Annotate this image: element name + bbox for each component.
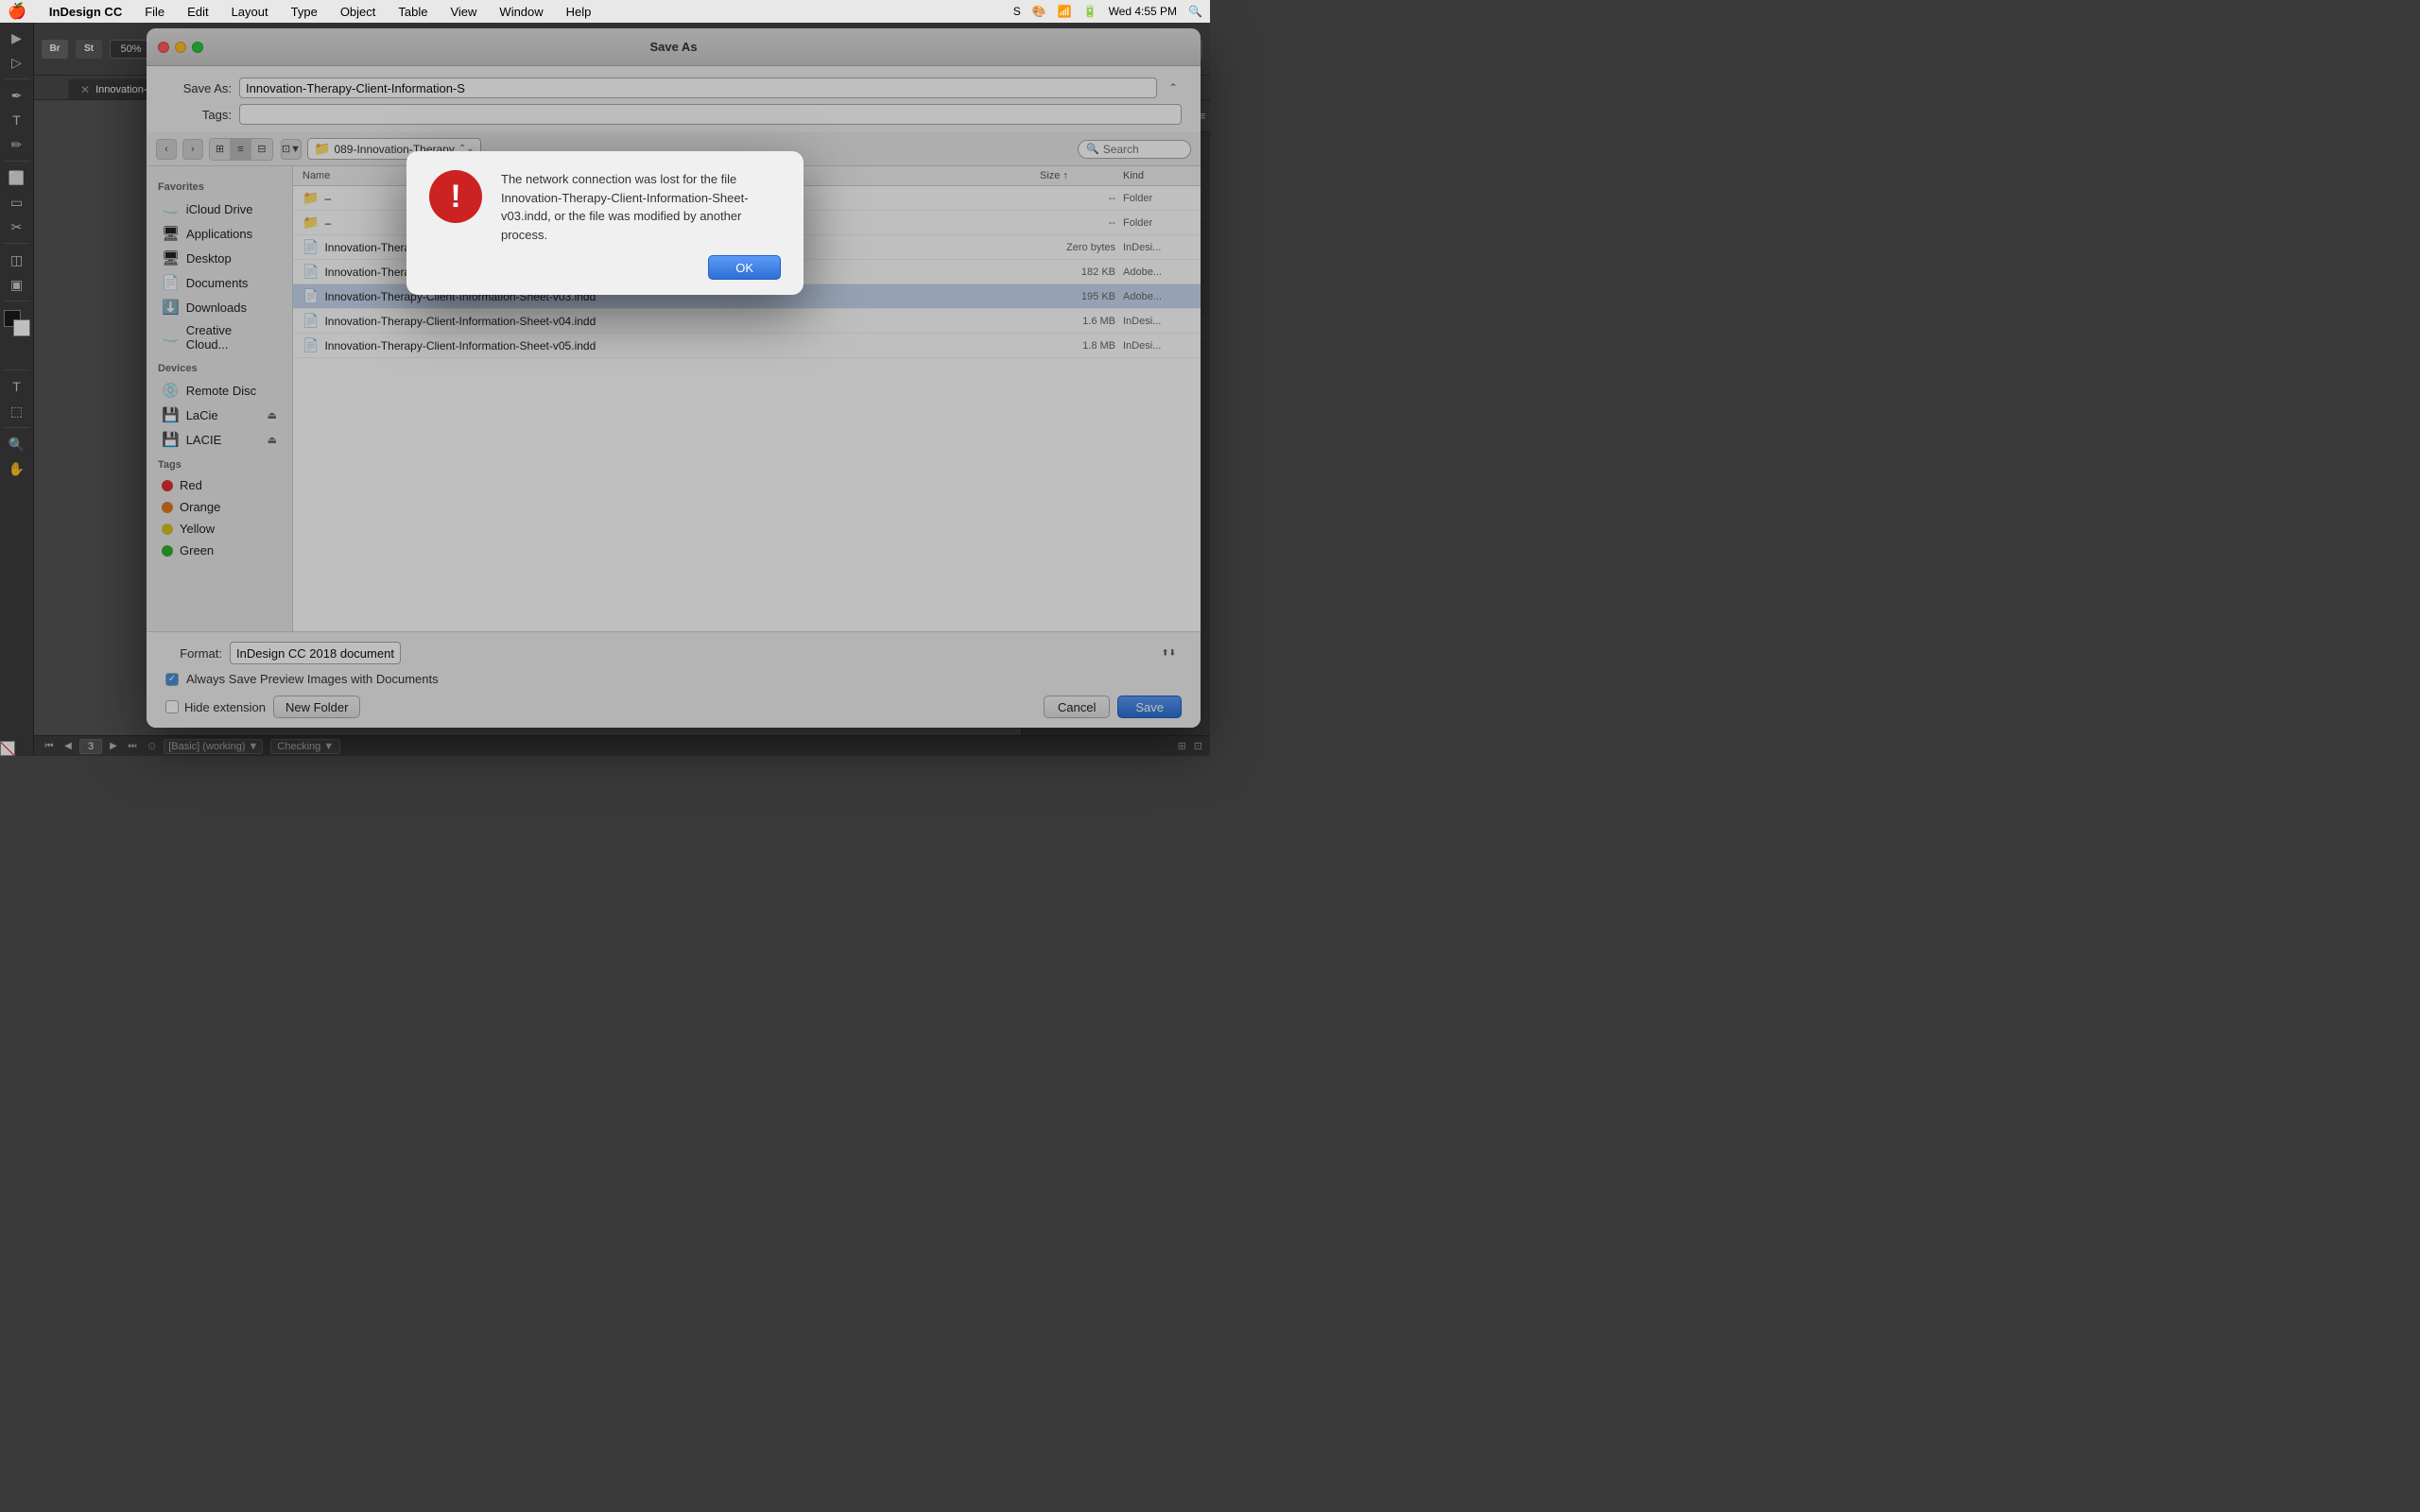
alert-message: The network connection was lost for the … <box>501 170 781 244</box>
menubar: 🍎 InDesign CC File Edit Layout Type Obje… <box>0 0 1210 23</box>
menu-file[interactable]: File <box>141 5 168 19</box>
menu-type[interactable]: Type <box>287 5 321 19</box>
menu-table[interactable]: Table <box>394 5 431 19</box>
system-icon-s: S <box>1013 5 1021 18</box>
app-name[interactable]: InDesign CC <box>45 5 126 19</box>
creative-cloud-icon: 🎨 <box>1032 5 1046 18</box>
menu-view[interactable]: View <box>446 5 480 19</box>
alert-overlay: ! The network connection was lost for th… <box>0 0 1210 756</box>
menu-edit[interactable]: Edit <box>183 5 212 19</box>
battery-icon: 🔋 <box>1083 5 1098 18</box>
wifi-icon: 📶 <box>1058 5 1072 18</box>
alert-buttons: OK <box>429 255 781 280</box>
alert-text-area: The network connection was lost for the … <box>501 170 781 244</box>
menu-window[interactable]: Window <box>495 5 546 19</box>
menu-help[interactable]: Help <box>562 5 596 19</box>
menubar-right: S 🎨 📶 🔋 Wed 4:55 PM 🔍 <box>1013 5 1202 18</box>
search-icon[interactable]: 🔍 <box>1188 5 1202 18</box>
alert-error-circle: ! <box>429 170 482 223</box>
alert-ok-button[interactable]: OK <box>708 255 781 280</box>
apple-menu[interactable]: 🍎 <box>8 2 26 21</box>
alert-exclamation-icon: ! <box>450 180 460 213</box>
alert-content: ! The network connection was lost for th… <box>429 170 781 244</box>
menu-object[interactable]: Object <box>337 5 380 19</box>
alert-icon: ! <box>429 170 486 227</box>
menu-layout[interactable]: Layout <box>228 5 272 19</box>
clock: Wed 4:55 PM <box>1109 5 1177 18</box>
alert-dialog: ! The network connection was lost for th… <box>406 151 804 295</box>
